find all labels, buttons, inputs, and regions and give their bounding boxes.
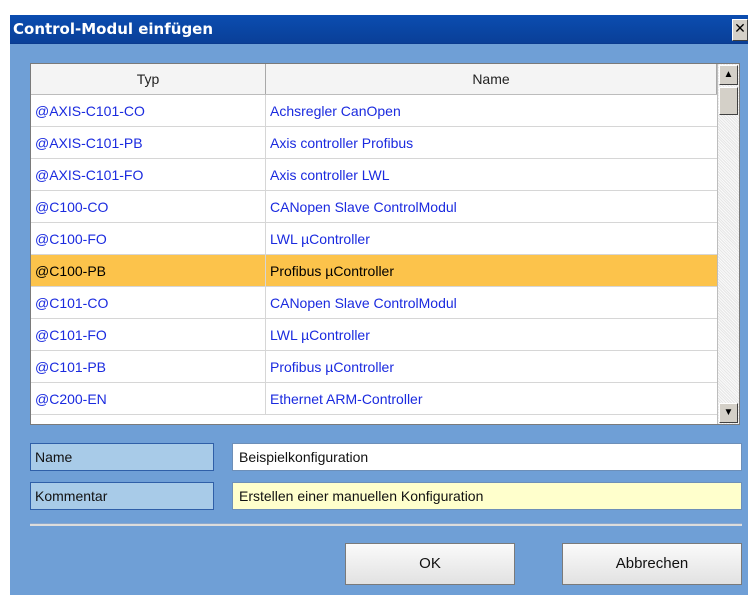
row-typ-cell: @C100-PB: [31, 255, 266, 287]
row-typ-cell: @C200-EN: [31, 383, 266, 415]
arrow-down-icon: ▼: [723, 407, 734, 418]
row-typ-cell: @C101-PB: [31, 351, 266, 383]
row-name-cell: Profibus µController: [270, 359, 395, 375]
cancel-button[interactable]: Abbrechen: [562, 543, 742, 585]
scroll-up-button[interactable]: ▲: [719, 65, 738, 85]
row-typ-cell: @AXIS-C101-FO: [31, 159, 266, 191]
row-name-cell: Axis controller LWL: [270, 167, 390, 183]
comment-label: Kommentar: [30, 482, 214, 510]
list-row[interactable]: @C101-PB Profibus µController: [31, 351, 717, 383]
row-typ-cell: @C100-FO: [31, 223, 266, 255]
module-list[interactable]: Typ Name @AXIS-C101-CO Achsregler CanOpen…: [30, 63, 740, 425]
list-row[interactable]: @AXIS-C101-CO Achsregler CanOpen: [31, 95, 717, 127]
arrow-up-icon: ▲: [723, 69, 734, 80]
row-typ-cell: @C100-CO: [31, 191, 266, 223]
row-name-cell: Profibus µController: [270, 263, 395, 279]
scroll-thumb[interactable]: [719, 87, 738, 115]
list-header: Typ Name: [31, 64, 717, 95]
column-header-name[interactable]: Name: [266, 64, 717, 94]
ok-button[interactable]: OK: [345, 543, 515, 585]
row-name-cell: LWL µController: [270, 231, 370, 247]
scroll-down-button[interactable]: ▼: [719, 403, 738, 423]
row-typ-cell: @AXIS-C101-PB: [31, 127, 266, 159]
row-name-cell: CANopen Slave ControlModul: [270, 199, 457, 215]
column-header-typ[interactable]: Typ: [31, 64, 266, 94]
dialog-window: Control-Modul einfügen ✕ Typ Name @AXIS-…: [10, 15, 748, 595]
list-row[interactable]: @C100-FO LWL µController: [31, 223, 717, 255]
vertical-scrollbar[interactable]: ▲ ▼: [717, 64, 739, 424]
row-name-cell: Ethernet ARM-Controller: [270, 391, 423, 407]
dialog-title: Control-Modul einfügen: [13, 20, 214, 38]
list-row[interactable]: @AXIS-C101-PB Axis controller Profibus: [31, 127, 717, 159]
list-row[interactable]: @C200-EN Ethernet ARM-Controller: [31, 383, 717, 415]
row-typ-cell: @C101-CO: [31, 287, 266, 319]
row-typ-cell: @C101-FO: [31, 319, 266, 351]
name-field[interactable]: Beispielkonfiguration: [232, 443, 742, 471]
list-row[interactable]: @AXIS-C101-FO Axis controller LWL: [31, 159, 717, 191]
list-row[interactable]: @C101-CO CANopen Slave ControlModul: [31, 287, 717, 319]
row-name-cell: Achsregler CanOpen: [270, 103, 401, 119]
row-typ-cell: @AXIS-C101-CO: [31, 95, 266, 127]
divider: [30, 523, 742, 526]
list-row[interactable]: @C100-CO CANopen Slave ControlModul: [31, 191, 717, 223]
row-name-cell: Axis controller Profibus: [270, 135, 414, 151]
title-bar[interactable]: Control-Modul einfügen ✕: [10, 15, 748, 44]
name-label: Name: [30, 443, 214, 471]
row-name-cell: LWL µController: [270, 327, 370, 343]
close-button[interactable]: ✕: [732, 19, 748, 41]
row-name-cell: CANopen Slave ControlModul: [270, 295, 457, 311]
comment-field[interactable]: Erstellen einer manuellen Konfiguration: [232, 482, 742, 510]
close-icon: ✕: [734, 21, 746, 37]
list-rows: @AXIS-C101-CO Achsregler CanOpen @AXIS-C10…: [31, 95, 717, 415]
list-row[interactable]: @C101-FO LWL µController: [31, 319, 717, 351]
list-row[interactable]: @C100-PB Profibus µController: [31, 255, 717, 287]
